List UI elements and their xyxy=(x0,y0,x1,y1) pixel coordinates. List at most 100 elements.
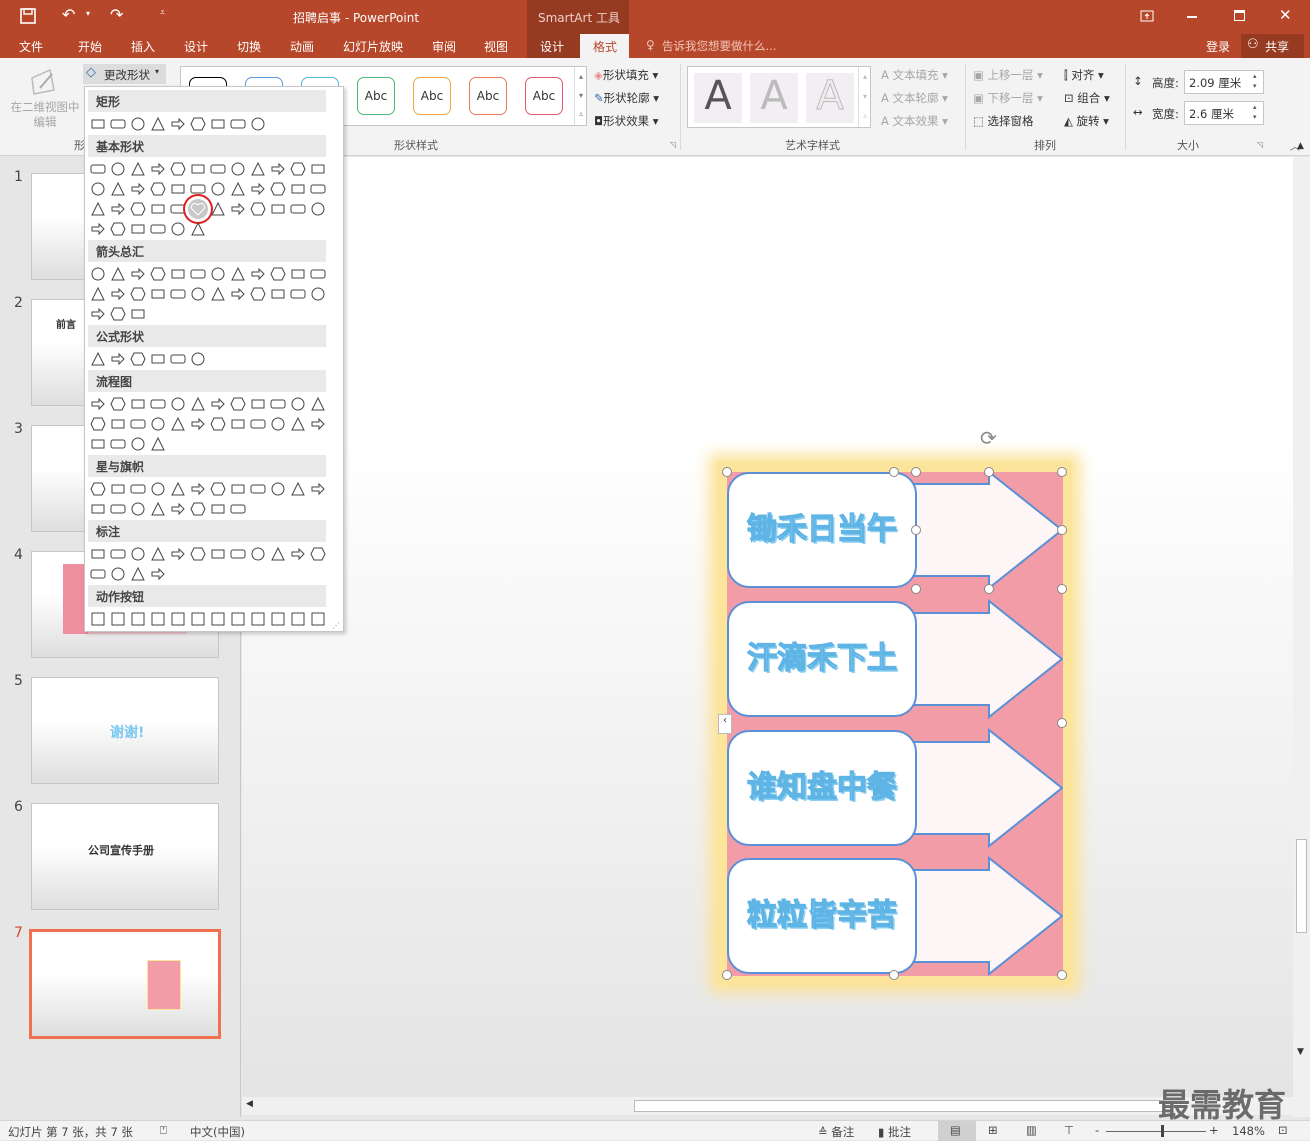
horizontal-scrollbar[interactable]: ◀ xyxy=(242,1097,1293,1115)
shape-button[interactable] xyxy=(268,479,288,499)
comments-button[interactable]: ▮ 批注 xyxy=(878,1124,911,1140)
shape-button[interactable] xyxy=(308,414,328,434)
resize-handle[interactable] xyxy=(911,584,921,594)
shape-button[interactable] xyxy=(128,544,148,564)
slideshow-icon[interactable]: ⊤ xyxy=(1064,1123,1074,1137)
shape-button[interactable] xyxy=(268,544,288,564)
shape-button[interactable] xyxy=(168,609,188,629)
shape-button[interactable] xyxy=(128,219,148,239)
shape-button[interactable] xyxy=(308,284,328,304)
shape-button[interactable] xyxy=(288,394,308,414)
resize-handle[interactable] xyxy=(1057,718,1067,728)
shape-button[interactable] xyxy=(148,564,168,584)
shape-button[interactable] xyxy=(308,609,328,629)
shape-button[interactable] xyxy=(128,284,148,304)
shape-button[interactable] xyxy=(88,179,108,199)
shape-button[interactable] xyxy=(148,179,168,199)
shape-button[interactable] xyxy=(148,479,168,499)
shape-button[interactable] xyxy=(228,414,248,434)
tab-insert[interactable]: 插入 xyxy=(131,38,155,55)
shape-button[interactable] xyxy=(188,394,208,414)
shape-button[interactable] xyxy=(168,544,188,564)
ribbon-display-icon[interactable] xyxy=(1140,10,1154,22)
shape-style-6[interactable]: Abc xyxy=(469,77,507,115)
spellcheck-icon[interactable]: ⍞ xyxy=(160,1123,167,1138)
shape-button[interactable] xyxy=(268,179,288,199)
smartart-text-box[interactable]: 谁知盘中餐 xyxy=(727,730,917,846)
shape-button[interactable] xyxy=(288,179,308,199)
resize-handle[interactable] xyxy=(911,525,921,535)
shape-button[interactable] xyxy=(248,284,268,304)
shape-button[interactable] xyxy=(128,479,148,499)
shape-button[interactable] xyxy=(208,499,228,519)
send-backward-button[interactable]: ▣ 下移一层 ▾ xyxy=(973,90,1043,106)
shape-button[interactable] xyxy=(228,114,248,134)
resize-handle[interactable] xyxy=(984,467,994,477)
shape-button[interactable] xyxy=(168,179,188,199)
shape-button[interactable] xyxy=(228,544,248,564)
close-icon[interactable]: ✕ xyxy=(1279,6,1292,24)
shape-button[interactable] xyxy=(268,284,288,304)
shape-button[interactable] xyxy=(128,179,148,199)
shape-button[interactable] xyxy=(308,394,328,414)
shape-button[interactable] xyxy=(88,349,108,369)
tab-file[interactable]: 文件 xyxy=(19,38,43,55)
shape-button[interactable] xyxy=(288,479,308,499)
shape-button[interactable] xyxy=(88,499,108,519)
slide-thumbnail-6[interactable]: 公司宣传手册 xyxy=(31,803,219,910)
signin-link[interactable]: 登录 xyxy=(1206,38,1230,55)
shape-button[interactable] xyxy=(188,264,208,284)
tab-format[interactable]: 格式 xyxy=(593,38,617,55)
tab-slideshow[interactable]: 幻灯片放映 xyxy=(343,38,403,55)
shape-button[interactable] xyxy=(148,434,168,454)
shape-button[interactable] xyxy=(108,414,128,434)
shape-button[interactable] xyxy=(208,544,228,564)
shape-button[interactable] xyxy=(188,414,208,434)
shape-button[interactable] xyxy=(308,264,328,284)
language-indicator[interactable]: 中文(中国) xyxy=(190,1124,245,1140)
shape-button[interactable] xyxy=(88,114,108,134)
text-effects-button[interactable]: A 文本效果 ▾ xyxy=(881,113,948,129)
shape-button[interactable] xyxy=(128,199,148,219)
shape-button[interactable] xyxy=(108,434,128,454)
shape-button[interactable] xyxy=(188,114,208,134)
shape-button[interactable] xyxy=(228,199,248,219)
shape-button[interactable] xyxy=(168,499,188,519)
resize-handle[interactable] xyxy=(984,584,994,594)
resize-handle[interactable] xyxy=(1057,584,1067,594)
slide-thumbnail-7[interactable] xyxy=(29,929,221,1039)
shape-button[interactable] xyxy=(108,564,128,584)
shape-button[interactable] xyxy=(228,179,248,199)
minimize-icon[interactable] xyxy=(1187,16,1197,18)
resize-handle[interactable] xyxy=(1057,525,1067,535)
shape-button[interactable] xyxy=(188,219,208,239)
shape-button[interactable] xyxy=(108,219,128,239)
shape-button[interactable] xyxy=(188,349,208,369)
tab-view[interactable]: 视图 xyxy=(484,38,508,55)
shape-button[interactable] xyxy=(88,479,108,499)
zoom-level[interactable]: 148% xyxy=(1232,1124,1265,1138)
shape-effects-button[interactable]: ◘形状效果 ▾ xyxy=(594,113,659,129)
shape-button[interactable] xyxy=(148,219,168,239)
zoom-slider-thumb[interactable] xyxy=(1161,1125,1164,1137)
shape-button[interactable] xyxy=(308,479,328,499)
shape-outline-button[interactable]: ✎形状轮廓 ▾ xyxy=(594,90,659,106)
rotate-handle-icon[interactable]: ⟳ xyxy=(980,426,997,450)
width-spinner[interactable]: ▴ ▾ xyxy=(1253,102,1257,122)
shape-button[interactable] xyxy=(248,609,268,629)
shape-button[interactable] xyxy=(108,479,128,499)
shape-style-5[interactable]: Abc xyxy=(413,77,451,115)
edit-in-2d-button[interactable]: 在二维视图中编辑 xyxy=(8,100,82,130)
text-outline-button[interactable]: A 文本轮廓 ▾ xyxy=(881,90,948,106)
shape-button[interactable] xyxy=(88,544,108,564)
shape-button[interactable] xyxy=(208,114,228,134)
maximize-icon[interactable] xyxy=(1234,10,1245,21)
resize-handle[interactable] xyxy=(1057,467,1067,477)
shape-button[interactable] xyxy=(128,159,148,179)
shape-button[interactable] xyxy=(188,479,208,499)
shape-button[interactable] xyxy=(208,199,228,219)
width-input[interactable]: 2.6 厘米 ▴ ▾ xyxy=(1184,101,1264,125)
slide-sorter-icon[interactable]: ⊞ xyxy=(988,1123,998,1137)
shape-button[interactable] xyxy=(128,434,148,454)
shape-button[interactable] xyxy=(148,414,168,434)
